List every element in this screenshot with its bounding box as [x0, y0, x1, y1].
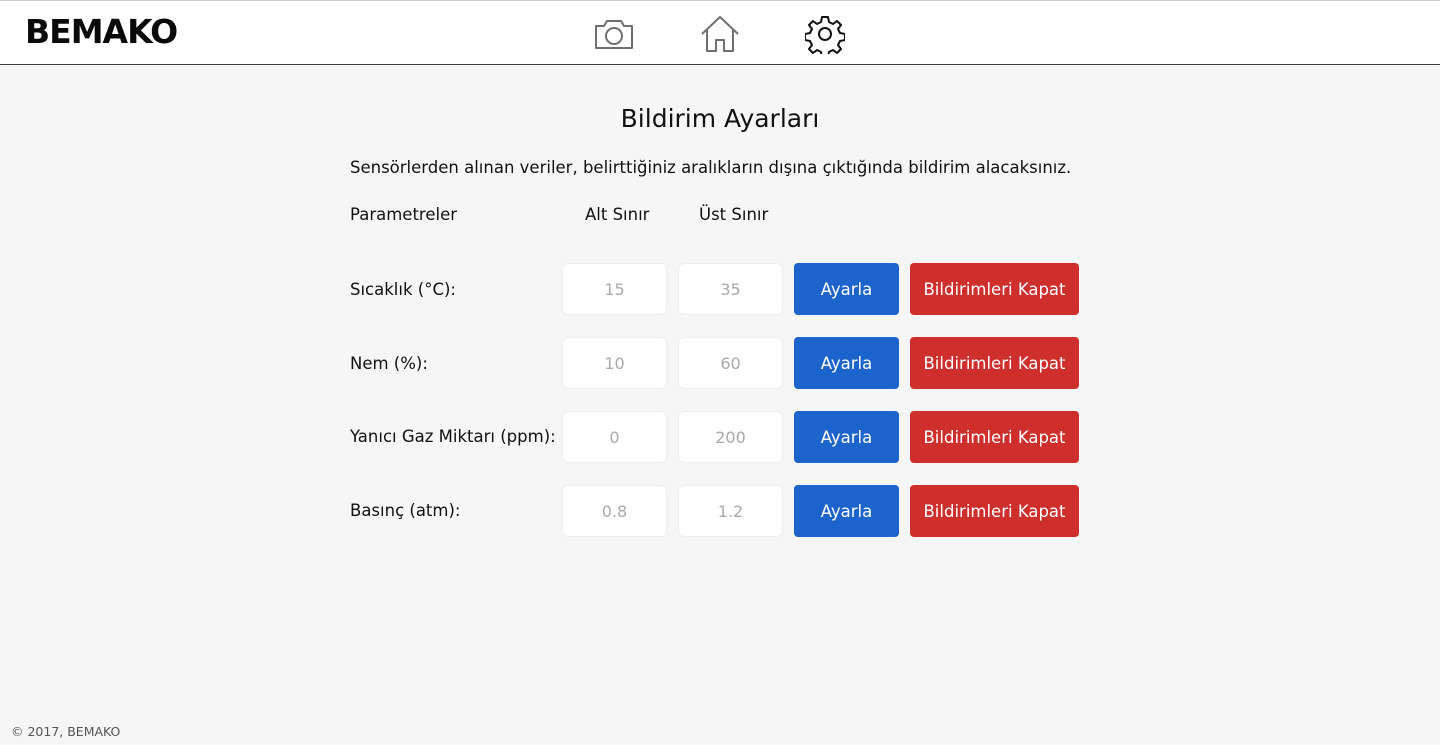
- top-bar: BEMAKO: [0, 0, 1440, 65]
- logo[interactable]: BEMAKO: [25, 12, 178, 52]
- row-label-humidity: Nem (%):: [350, 354, 428, 373]
- set-button-humidity[interactable]: Ayarla: [794, 337, 899, 389]
- home-icon[interactable]: [698, 13, 742, 55]
- disable-notifications-button-temperature[interactable]: Bildirimleri Kapat: [910, 263, 1079, 315]
- upper-limit-input-flammable-gas[interactable]: [678, 411, 783, 463]
- upper-limit-input-pressure[interactable]: [678, 485, 783, 537]
- lower-limit-input-flammable-gas[interactable]: [562, 411, 667, 463]
- row-label-flammable-gas: Yanıcı Gaz Miktarı (ppm):: [350, 427, 556, 446]
- disable-notifications-button-flammable-gas[interactable]: Bildirimleri Kapat: [910, 411, 1079, 463]
- set-button-pressure[interactable]: Ayarla: [794, 485, 899, 537]
- upper-limit-input-temperature[interactable]: [678, 263, 783, 315]
- row-label-pressure: Basınç (atm):: [350, 501, 461, 520]
- disable-notifications-button-humidity[interactable]: Bildirimleri Kapat: [910, 337, 1079, 389]
- set-button-flammable-gas[interactable]: Ayarla: [794, 411, 899, 463]
- column-header-parameters: Parametreler: [350, 205, 458, 224]
- footer-copyright: © 2017, BEMAKO: [11, 724, 121, 739]
- page-title: Bildirim Ayarları: [620, 104, 820, 133]
- column-header-upper-limit: Üst Sınır: [699, 205, 769, 224]
- lower-limit-input-pressure[interactable]: [562, 485, 667, 537]
- camera-icon[interactable]: [592, 13, 636, 55]
- upper-limit-input-humidity[interactable]: [678, 337, 783, 389]
- lower-limit-input-humidity[interactable]: [562, 337, 667, 389]
- lower-limit-input-temperature[interactable]: [562, 263, 667, 315]
- disable-notifications-button-pressure[interactable]: Bildirimleri Kapat: [910, 485, 1079, 537]
- row-label-temperature: Sıcaklık (°C):: [350, 280, 456, 299]
- column-header-lower-limit: Alt Sınır: [585, 205, 650, 224]
- gear-icon[interactable]: [803, 13, 847, 55]
- page-description: Sensörlerden alınan veriler, belirttiğin…: [350, 158, 1072, 177]
- set-button-temperature[interactable]: Ayarla: [794, 263, 899, 315]
